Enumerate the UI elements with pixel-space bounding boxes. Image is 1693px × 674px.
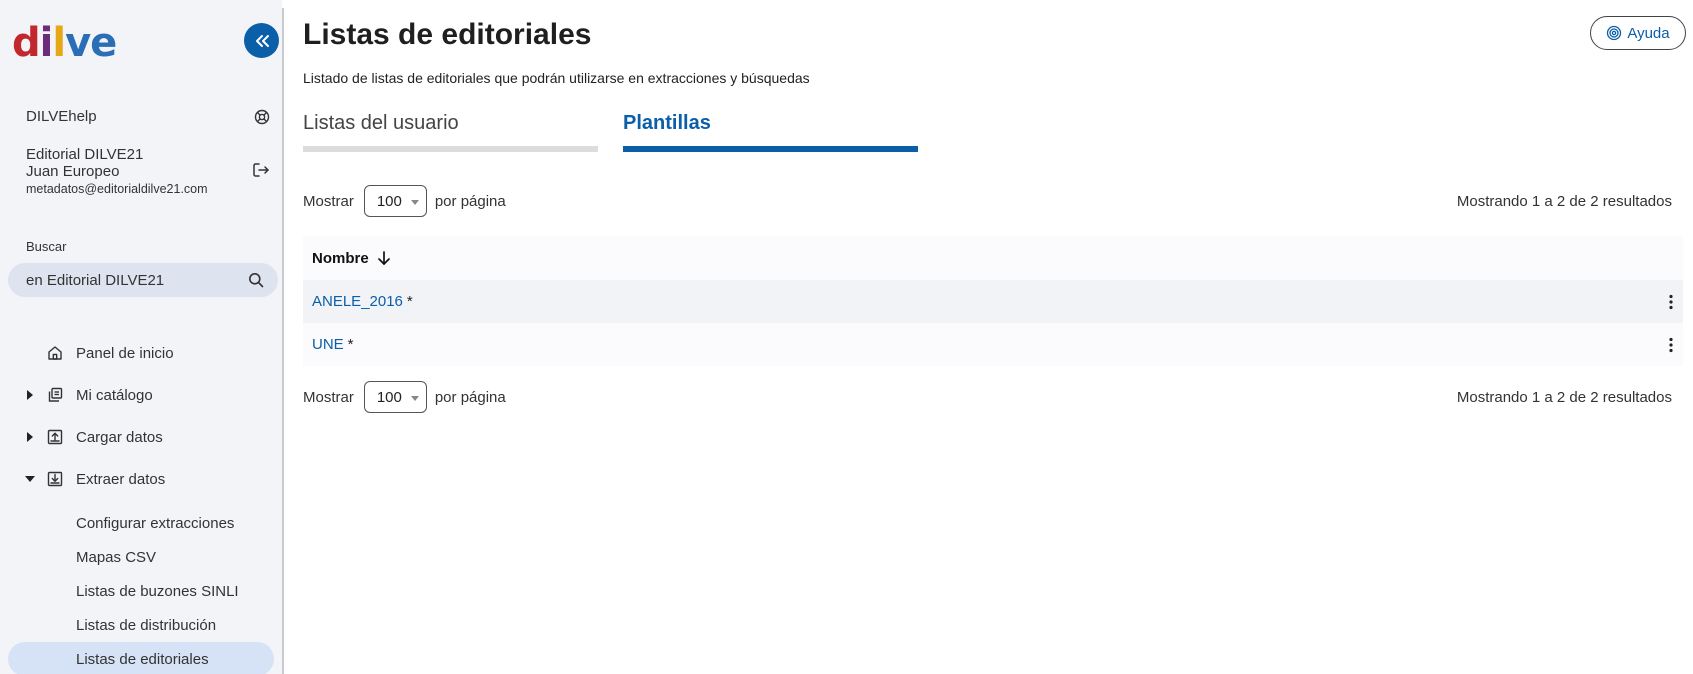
logout-button[interactable] — [252, 162, 270, 183]
dropdown-arrow-icon — [410, 200, 419, 205]
catalog-icon — [46, 386, 64, 404]
caret-right-icon[interactable] — [24, 390, 36, 400]
per-page-suffix: por página — [434, 388, 506, 406]
sub-item-configurar-extracciones[interactable]: Configurar extracciones — [0, 506, 282, 540]
show-label: Mostrar — [303, 388, 354, 406]
pager-bottom: Mostrar 100 por página Mostrando 1 a 2 d… — [303, 380, 1683, 414]
caret-right-icon[interactable] — [24, 432, 36, 442]
sub-item-listas-editoriales[interactable]: Listas de editoriales — [8, 642, 274, 674]
per-page-suffix: por página — [434, 192, 506, 210]
per-page-value: 100 — [376, 388, 402, 406]
nav-item-label: Panel de inicio — [76, 344, 174, 362]
user-email: metadatos@editorialdilve21.com — [26, 182, 208, 196]
per-page-select[interactable]: 100 — [363, 381, 427, 413]
nav-item-label: Cargar datos — [76, 428, 163, 446]
nav-item-panel-de-inicio[interactable]: Panel de inicio — [0, 332, 282, 374]
table-row: ANELE_2016 * — [303, 280, 1683, 323]
tab-plantillas[interactable]: Plantillas — [623, 112, 918, 152]
tab-listas-del-usuario[interactable]: Listas del usuario — [303, 112, 598, 152]
upload-icon — [46, 428, 64, 446]
page-subtitle: Listado de listas de editoriales que pod… — [303, 70, 810, 86]
caret-down-icon[interactable] — [24, 475, 36, 483]
row-actions-button[interactable] — [1669, 294, 1673, 310]
help-button-label: Ayuda — [1627, 24, 1670, 42]
double-chevron-left-icon — [255, 34, 269, 47]
lifebuoy-icon — [254, 109, 270, 124]
table-row: UNE * — [303, 323, 1683, 366]
row-name-link[interactable]: UNE — [312, 336, 344, 353]
nav-item-mi-catalogo[interactable]: Mi catálogo — [0, 374, 282, 416]
sidebar-divider[interactable] — [282, 8, 284, 674]
sub-item-listas-buzones-sinli[interactable]: Listas de buzones SINLI — [0, 574, 282, 608]
download-icon — [46, 470, 64, 488]
per-page-select[interactable]: 100 — [363, 185, 427, 217]
row-marker: * — [347, 336, 354, 353]
search-input[interactable] — [26, 271, 226, 289]
tab-underline — [303, 146, 598, 152]
user-name: Juan Europeo — [26, 163, 120, 180]
more-vertical-icon — [1669, 337, 1673, 352]
page-title: Listas de editoriales — [303, 18, 592, 51]
user-info: Editorial DILVE21 Juan Europeo metadatos… — [26, 146, 270, 196]
main-nav: Panel de inicio Mi catálogo Cargar datos… — [0, 332, 282, 674]
dilve-logo[interactable]: dilve — [12, 20, 117, 66]
row-marker: * — [406, 293, 413, 310]
more-vertical-icon — [1669, 294, 1673, 309]
results-count: Mostrando 1 a 2 de 2 resultados — [1456, 388, 1672, 406]
templates-table: Nombre ANELE_2016 * UNE * — [303, 236, 1683, 366]
help-label: DILVEhelp — [26, 108, 97, 125]
search-label: Buscar — [26, 239, 67, 254]
sidebar: dilve DILVEhelp Editorial DILVE21 Juan E… — [0, 0, 282, 674]
row-actions-button[interactable] — [1669, 337, 1673, 353]
home-icon — [46, 344, 64, 362]
pager-top: Mostrar 100 por página Mostrando 1 a 2 d… — [303, 184, 1683, 218]
dropdown-arrow-icon — [410, 396, 419, 401]
tab-underline-active — [623, 146, 918, 152]
per-page-value: 100 — [376, 192, 402, 210]
search-icon[interactable] — [248, 272, 264, 288]
sort-descending-icon[interactable] — [377, 250, 391, 266]
help-button[interactable]: Ayuda — [1590, 16, 1686, 50]
table-header: Nombre — [303, 236, 1683, 280]
nav-item-label: Mi catálogo — [76, 386, 153, 404]
collapse-sidebar-button[interactable] — [244, 23, 279, 58]
help-globe-icon — [1607, 25, 1622, 41]
help-link[interactable]: DILVEhelp — [26, 108, 270, 125]
sub-item-mapas-csv[interactable]: Mapas CSV — [0, 540, 282, 574]
tab-label: Listas del usuario — [303, 112, 459, 134]
nav-item-label: Extraer datos — [76, 470, 166, 488]
search-box[interactable] — [8, 263, 278, 297]
tab-label: Plantillas — [623, 112, 711, 134]
logout-icon — [253, 163, 269, 177]
organization-name: Editorial DILVE21 — [26, 146, 144, 163]
row-name-link[interactable]: ANELE_2016 — [312, 293, 403, 310]
nav-item-cargar-datos[interactable]: Cargar datos — [0, 416, 282, 458]
results-count: Mostrando 1 a 2 de 2 resultados — [1456, 192, 1672, 210]
show-label: Mostrar — [303, 192, 354, 210]
sub-item-listas-distribucion[interactable]: Listas de distribución — [0, 608, 282, 642]
nav-item-extraer-datos[interactable]: Extraer datos — [0, 458, 282, 500]
column-header-nombre[interactable]: Nombre — [312, 250, 369, 267]
